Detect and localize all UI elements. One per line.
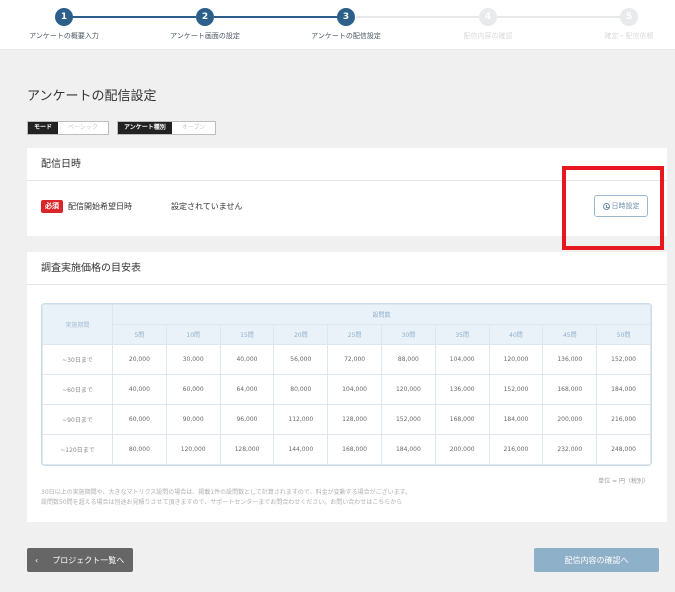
price-cell: 88,000 <box>380 344 436 375</box>
price-cell: 136,000 <box>542 344 598 375</box>
period-cell: ~60日まで <box>42 374 113 405</box>
price-cell: 112,000 <box>273 404 329 435</box>
price-cell: 184,000 <box>596 374 651 405</box>
table-row: ~60日まで 40,000 60,000 64,000 80,000 104,0… <box>42 374 651 405</box>
step-label: アンケート画面の設定 <box>170 32 240 40</box>
corner-header: 実施期間 <box>42 304 113 345</box>
price-cell: 20,000 <box>112 344 167 375</box>
table-row: ~90日まで 60,000 90,000 96,000 112,000 128,… <box>42 404 651 435</box>
badge-key: アンケート種別 <box>118 122 172 134</box>
price-cell: 144,000 <box>273 434 329 465</box>
price-cell: 80,000 <box>273 374 329 405</box>
price-cell: 30,000 <box>165 344 221 375</box>
period-cell: ~30日まで <box>42 344 113 375</box>
questions-header: 設問数 <box>112 304 651 325</box>
required-badge: 必須 <box>41 200 63 213</box>
step-label: 確定・配信依頼 <box>604 32 654 40</box>
step-label: 配信内容の確認 <box>463 32 513 40</box>
price-cell: 104,000 <box>327 374 382 405</box>
price-cell: 60,000 <box>165 374 221 405</box>
price-cell: 128,000 <box>327 404 382 435</box>
question-count-header: 45問 <box>542 324 598 345</box>
price-cell: 152,000 <box>596 344 651 375</box>
period-cell: ~120日まで <box>42 434 113 465</box>
back-to-projects-button[interactable]: ‹ プロジェクト一覧へ <box>27 548 133 572</box>
price-cell: 40,000 <box>219 344 275 375</box>
price-cell: 40,000 <box>112 374 167 405</box>
price-cell: 248,000 <box>596 434 651 465</box>
price-cell: 184,000 <box>380 434 436 465</box>
price-cell: 136,000 <box>434 374 490 405</box>
step-number: 3 <box>337 8 355 26</box>
step-1: 1 アンケートの概要入力 <box>4 8 124 41</box>
question-count-header: 35問 <box>434 324 490 345</box>
table-row: ~30日まで 20,000 30,000 40,000 56,000 72,00… <box>42 344 651 375</box>
price-cell: 168,000 <box>327 434 382 465</box>
price-cell: 60,000 <box>112 404 167 435</box>
step-number: 2 <box>196 8 214 26</box>
step-2: 2 アンケート画面の設定 <box>145 8 265 41</box>
question-count-header: 20問 <box>273 324 329 345</box>
step-5: 5 確定・配信依頼 <box>569 8 675 41</box>
price-cell: 216,000 <box>488 434 544 465</box>
price-table: 実施期間 設問数 5問 10問 15問 20問 25問 30問 35問 40問 … <box>41 303 652 466</box>
question-count-header: 40問 <box>488 324 544 345</box>
card-title: 調査実施価格の目安表 <box>27 252 667 285</box>
unit-note: 単位 = 円（税別） <box>598 478 649 485</box>
progress-stepper: 1 アンケートの概要入力 2 アンケート画面の設定 3 アンケートの配信設定 4… <box>0 0 675 50</box>
question-count-header: 25問 <box>327 324 382 345</box>
step-label: アンケートの配信設定 <box>311 32 381 40</box>
page-title: アンケートの配信設定 <box>27 89 157 104</box>
survey-type-badge: アンケート種別 オープン <box>117 121 217 135</box>
badge-value: ベーシック <box>68 124 98 131</box>
price-cell: 72,000 <box>327 344 382 375</box>
step-number: 5 <box>620 8 638 26</box>
price-guide-card: 調査実施価格の目安表 実施期間 設問数 5問 10問 15問 20問 25問 3… <box>27 252 667 522</box>
highlight-annotation <box>562 166 664 250</box>
price-cell: 128,000 <box>219 434 275 465</box>
chevron-left-icon: ‹ <box>35 555 39 565</box>
step-3: 3 アンケートの配信設定 <box>286 8 406 41</box>
button-label: プロジェクト一覧へ <box>52 555 125 565</box>
price-cell: 184,000 <box>488 404 544 435</box>
price-cell: 96,000 <box>219 404 275 435</box>
price-cell: 232,000 <box>542 434 598 465</box>
price-cell: 200,000 <box>434 434 490 465</box>
field-value: 設定されていません <box>171 202 243 211</box>
badge-value: オープン <box>181 124 206 131</box>
step-4: 4 配信内容の確認 <box>428 8 548 41</box>
notes: 30日以上の実施期間や、大きなマトリクス設問の場合は、掲載1件の設問数として計算… <box>41 488 411 508</box>
question-count-header: 10問 <box>165 324 221 345</box>
table-row: ~120日まで 80,000 120,000 128,000 144,000 1… <box>42 434 651 465</box>
note-line: 設問数50問を超える場合は別途お見積りさせて頂きますので、サポートセンターまでお… <box>41 499 403 506</box>
price-cell: 64,000 <box>219 374 275 405</box>
price-cell: 200,000 <box>542 404 598 435</box>
step-label: アンケートの概要入力 <box>29 32 99 40</box>
price-cell: 80,000 <box>112 434 167 465</box>
question-count-header: 15問 <box>219 324 275 345</box>
price-cell: 120,000 <box>165 434 221 465</box>
price-cell: 120,000 <box>488 344 544 375</box>
price-cell: 152,000 <box>488 374 544 405</box>
price-cell: 152,000 <box>380 404 436 435</box>
mode-badge: モード ベーシック <box>27 121 109 135</box>
price-cell: 56,000 <box>273 344 329 375</box>
price-cell: 216,000 <box>596 404 651 435</box>
note-line: 30日以上の実施期間や、大きなマトリクス設問の場合は、掲載1件の設問数として計算… <box>41 489 412 496</box>
question-count-header: 5問 <box>112 324 167 345</box>
step-number: 4 <box>479 8 497 26</box>
price-cell: 168,000 <box>542 374 598 405</box>
period-cell: ~90日まで <box>42 404 113 435</box>
price-cell: 90,000 <box>165 404 221 435</box>
field-label: 配信開始希望日時 <box>68 202 132 211</box>
step-number: 1 <box>55 8 73 26</box>
price-cell: 104,000 <box>434 344 490 375</box>
button-label: 配信内容の確認へ <box>564 555 629 565</box>
price-cell: 168,000 <box>434 404 490 435</box>
question-count-header: 30問 <box>380 324 436 345</box>
badge-key: モード <box>28 122 59 134</box>
price-cell: 120,000 <box>380 374 436 405</box>
question-count-header: 50問 <box>596 324 651 345</box>
confirm-delivery-button[interactable]: 配信内容の確認へ <box>534 548 659 572</box>
